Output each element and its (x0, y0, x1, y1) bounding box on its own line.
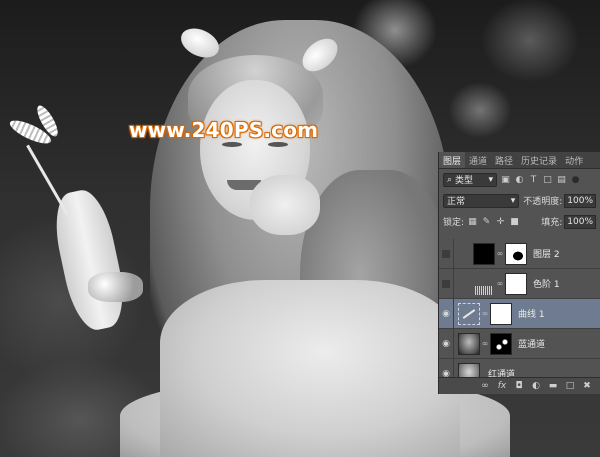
layer-thumbnail (458, 332, 480, 355)
blend-row: 正常 ▾ 不透明度: 100% (439, 190, 600, 211)
blend-mode-value: 正常 (447, 197, 466, 207)
panel-footer: ∞ fx ◘ ◐ ▬ □ ✖ (439, 377, 600, 394)
visibility-toggle[interactable] (439, 268, 454, 299)
link-icon: ∞ (481, 339, 489, 348)
layer-name[interactable]: 色阶 1 (533, 277, 560, 290)
filter-toggle-icon[interactable]: ● (570, 174, 581, 185)
layer-mask-thumbnail[interactable] (490, 302, 512, 325)
layer-filter-select[interactable]: ⌕ 类型 ▾ (443, 172, 497, 187)
layer-mask-thumbnail[interactable] (505, 242, 527, 265)
visibility-off-icon (442, 249, 450, 258)
lock-row: 锁定: ▦ ✎ ✛ ■ 填充: 100% (439, 211, 600, 232)
lock-move-icon[interactable]: ✛ (495, 216, 506, 227)
levels-icon (473, 272, 495, 295)
adjustment-filter-icon[interactable]: ◐ (514, 174, 525, 185)
layer-list: ∞ 图层 2 ∞ 色阶 1 ◉ ∞ 曲线 1 ◉ ∞ 蓝通道 ◉ 红通道 (439, 238, 600, 389)
visibility-toggle[interactable]: ◉ (439, 298, 454, 329)
layer-name[interactable]: 图层 2 (533, 247, 560, 260)
lock-all-icon[interactable]: ■ (509, 216, 520, 227)
blend-mode-select[interactable]: 正常 ▾ (443, 193, 520, 208)
photo-bracelet (88, 272, 143, 302)
tab-actions[interactable]: 动作 (561, 152, 587, 168)
fill-label: 填充: (541, 218, 563, 228)
chevron-down-icon: ▾ (510, 195, 516, 206)
opacity-input[interactable]: 100% (564, 193, 596, 208)
layer-name[interactable]: 蓝通道 (518, 337, 545, 350)
trash-icon[interactable]: ✖ (580, 380, 594, 392)
layer-thumbnail (473, 242, 495, 265)
lock-label: 锁定: (443, 218, 465, 228)
filter-row: ⌕ 类型 ▾ ▣ ◐ T □ ▤ ● (439, 169, 600, 190)
link-icon: ∞ (496, 279, 504, 288)
tab-history[interactable]: 历史记录 (517, 152, 561, 168)
chevron-down-icon: ▾ (488, 174, 493, 185)
layer-row[interactable]: ∞ 色阶 1 (439, 268, 600, 299)
lock-paint-icon[interactable]: ✎ (481, 216, 492, 227)
fx-icon[interactable]: fx (495, 380, 509, 392)
mask-icon[interactable]: ◘ (512, 380, 526, 392)
link-layers-icon[interactable]: ∞ (478, 380, 492, 392)
layer-mask-thumbnail[interactable] (490, 332, 512, 355)
layer-mask-thumbnail[interactable] (505, 272, 527, 295)
tab-paths[interactable]: 路径 (491, 152, 517, 168)
visibility-toggle[interactable] (439, 238, 454, 269)
shape-filter-icon[interactable]: □ (542, 174, 553, 185)
curves-icon (458, 302, 480, 325)
panel-tabs: 图层 通道 路径 历史记录 动作 (439, 152, 600, 169)
adjustment-icon[interactable]: ◐ (529, 380, 543, 392)
visibility-off-icon (442, 279, 450, 288)
watermark: www.240PS.com (129, 118, 319, 142)
visibility-toggle[interactable]: ◉ (439, 328, 454, 359)
tab-layers[interactable]: 图层 (439, 152, 466, 168)
layers-panel: 图层 通道 路径 历史记录 动作 ⌕ 类型 ▾ ▣ ◐ T □ ▤ ● 正常 ▾… (438, 152, 600, 394)
smart-filter-icon[interactable]: ▤ (556, 174, 567, 185)
search-icon: ⌕ (447, 174, 453, 185)
layer-row-selected[interactable]: ◉ ∞ 曲线 1 (439, 298, 600, 329)
image-filter-icon[interactable]: ▣ (500, 174, 511, 185)
text-filter-icon[interactable]: T (528, 174, 539, 185)
fill-input[interactable]: 100% (564, 214, 596, 229)
link-icon: ∞ (481, 309, 489, 318)
eye-icon: ◉ (442, 338, 450, 349)
group-icon[interactable]: ▬ (546, 380, 560, 392)
opacity-label: 不透明度: (523, 197, 563, 207)
photo-eye-left (222, 142, 242, 147)
layer-name[interactable]: 曲线 1 (518, 307, 545, 320)
eye-icon: ◉ (442, 308, 450, 319)
filter-type-label: 类型 (455, 176, 474, 186)
layer-row[interactable]: ∞ 图层 2 (439, 238, 600, 269)
new-layer-icon[interactable]: □ (563, 380, 577, 392)
link-icon: ∞ (496, 249, 504, 258)
photo-hand (250, 175, 320, 235)
photo-body (160, 280, 460, 457)
photo-grass-stem (26, 144, 69, 216)
layer-row[interactable]: ◉ ∞ 蓝通道 (439, 328, 600, 359)
photo-arm (48, 185, 131, 335)
tab-channels[interactable]: 通道 (465, 152, 491, 168)
photo-eye-right (268, 142, 288, 147)
lock-transparent-icon[interactable]: ▦ (467, 216, 478, 227)
